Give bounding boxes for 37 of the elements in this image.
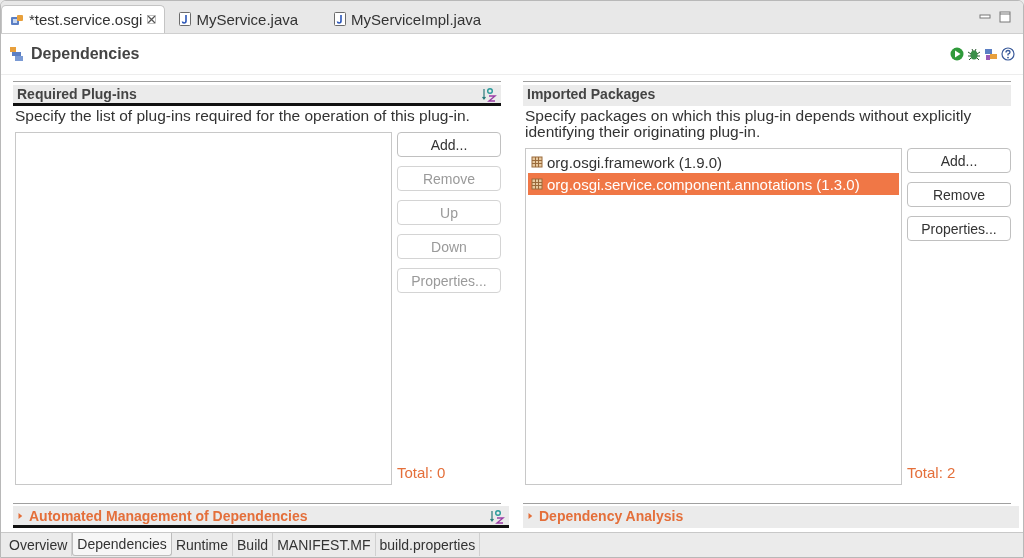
bug-icon[interactable] [967,47,981,61]
editor-tab[interactable]: *test.service.osgi [1,5,166,33]
list-box[interactable]: org.osgi.framework (1.9.0) org.osgi.service.component.annotations (1.3.0) [525,148,902,485]
close-icon[interactable] [147,15,157,24]
sort-icon[interactable] [489,507,505,524]
run-icon[interactable] [950,47,964,61]
maximize-button[interactable] [999,11,1011,23]
section-title: Imported Packages [527,86,656,102]
package-icon [531,178,543,190]
total-count: Total: 2 [907,464,957,481]
action-button[interactable]: Add... [907,148,1011,173]
java-file-icon [334,12,347,26]
help-icon[interactable] [1001,47,1015,61]
page-tab[interactable]: Build [233,533,274,556]
action-button[interactable]: Properties... [907,216,1011,241]
total-count: Total: 0 [397,464,447,481]
section-title: Required Plug-ins [17,86,137,102]
plugin-icon [10,12,24,27]
page-tab[interactable]: Dependencies [72,533,172,556]
list-item[interactable]: org.osgi.framework (1.9.0) [528,151,899,173]
collapsed-arrow-icon [527,511,533,520]
page-tab[interactable]: MANIFEST.MF [273,533,376,556]
collapsed-arrow-icon [17,511,23,520]
dependencies-icon [9,46,25,62]
page-tab[interactable]: Runtime [171,533,233,556]
plugin-export-icon[interactable] [984,47,998,61]
editor-tab[interactable]: MyServiceImpl.java [326,5,490,33]
action-button[interactable]: Remove [907,182,1011,207]
editor-tab[interactable]: MyService.java [171,5,307,33]
package-icon [531,156,543,168]
section-description: Specify the list of plug-ins required for the operation of this plug-in. [15,108,471,124]
action-button[interactable]: Add... [397,132,501,157]
section-description: Specify packages on which this plug-in depends without explicitly identifying their originating plug-in. [525,108,973,140]
page-tab[interactable]: build.properties [375,533,481,556]
sort-icon[interactable] [481,86,497,102]
java-file-icon [179,12,192,26]
page-title: Dependencies [31,45,140,63]
